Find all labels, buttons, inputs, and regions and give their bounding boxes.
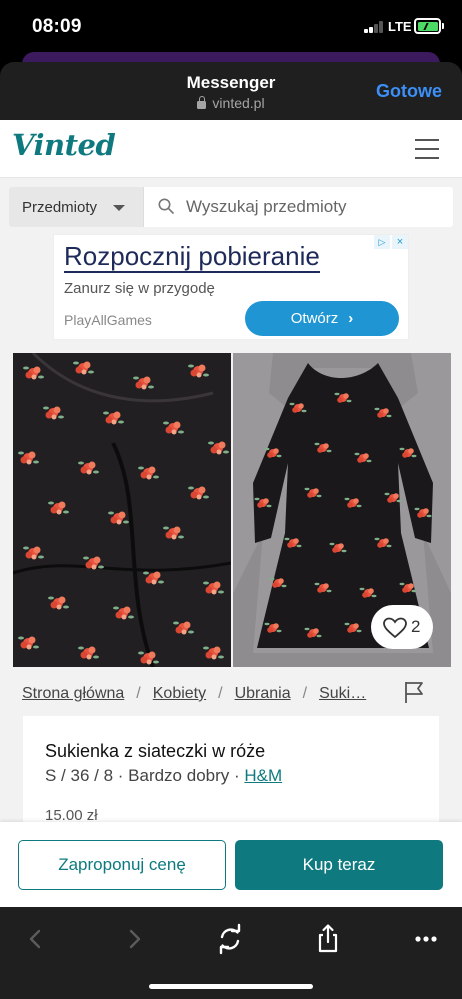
share-icon[interactable]: [306, 919, 350, 959]
battery-icon: [414, 18, 441, 34]
screen: 08:09 LTE Messenger vinted.pl Gotowe Vin…: [0, 0, 462, 999]
done-button[interactable]: Gotowe: [376, 81, 442, 102]
ad-choices[interactable]: ▷ ×: [374, 235, 410, 249]
network-label: LTE: [388, 19, 412, 34]
ad-brand: PlayAllGames: [64, 312, 152, 328]
buy-now-button[interactable]: Kup teraz: [235, 840, 443, 890]
search-category-label: Przedmioty: [22, 199, 98, 216]
web-page: Vinted Przedmioty Rozpocznij pobieranie: [0, 120, 462, 907]
flag-icon[interactable]: [403, 680, 425, 704]
search-box: [143, 187, 453, 227]
signal-icon: [364, 21, 384, 33]
ad-close-icon[interactable]: ×: [392, 235, 408, 249]
more-icon[interactable]: [404, 919, 448, 959]
purchase-action-bar: Zaproponuj cenę Kup teraz: [0, 822, 462, 907]
status-time: 08:09: [32, 16, 82, 37]
item-meta: S / 36 / 8 · Bardzo dobry · H&M: [45, 766, 282, 786]
breadcrumb-home[interactable]: Strona główna: [22, 685, 124, 702]
ad-title: Rozpocznij pobieranie: [64, 241, 320, 273]
chevron-right-icon: ›: [348, 310, 354, 327]
forward-icon[interactable]: [112, 919, 156, 959]
ad-open-button[interactable]: Otwórz ›: [245, 301, 399, 336]
favourite-count: 2: [411, 617, 421, 636]
browser-header: Messenger vinted.pl Gotowe: [0, 62, 462, 120]
make-offer-button[interactable]: Zaproponuj cenę: [18, 840, 226, 890]
back-icon[interactable]: [14, 919, 58, 959]
search-icon: [158, 198, 174, 214]
ad-subtitle: Zanurz się w przygodę: [64, 280, 215, 297]
ad-banner[interactable]: Rozpocznij pobieranie Zanurz się w przyg…: [53, 234, 409, 340]
status-bar: 08:09 LTE: [0, 0, 462, 56]
search-bar: Przedmioty: [0, 178, 462, 236]
floral-dress-photo-1: [13, 353, 231, 667]
item-title: Sukienka z siateczki w róże: [45, 741, 266, 761]
heart-icon: [383, 617, 407, 639]
item-photo-1[interactable]: [13, 353, 231, 667]
reload-icon[interactable]: [208, 919, 252, 959]
item-brand-link[interactable]: H&M: [244, 766, 282, 785]
hamburger-menu-icon[interactable]: [415, 139, 439, 159]
search-category-dropdown[interactable]: Przedmioty: [9, 187, 143, 227]
breadcrumb: Strona główna / Kobiety / Ubrania / Suki…: [22, 685, 367, 702]
site-nav: Vinted: [0, 120, 462, 178]
home-indicator: [149, 984, 313, 989]
lock-icon: [197, 96, 207, 109]
breadcrumb-women[interactable]: Kobiety: [153, 685, 206, 702]
item-size-condition: S / 36 / 8 · Bardzo dobry ·: [45, 766, 245, 785]
url-text: vinted.pl: [212, 95, 265, 111]
breadcrumb-clothes[interactable]: Ubrania: [235, 685, 291, 702]
breadcrumb-dresses[interactable]: Suki…: [319, 685, 366, 702]
ad-open-label: Otwórz: [290, 310, 339, 327]
caret-down-icon: [113, 205, 125, 211]
ad-info-icon[interactable]: ▷: [374, 235, 390, 249]
favourite-button[interactable]: 2: [371, 605, 433, 649]
search-input[interactable]: [186, 187, 446, 227]
vinted-logo[interactable]: Vinted: [12, 128, 116, 162]
